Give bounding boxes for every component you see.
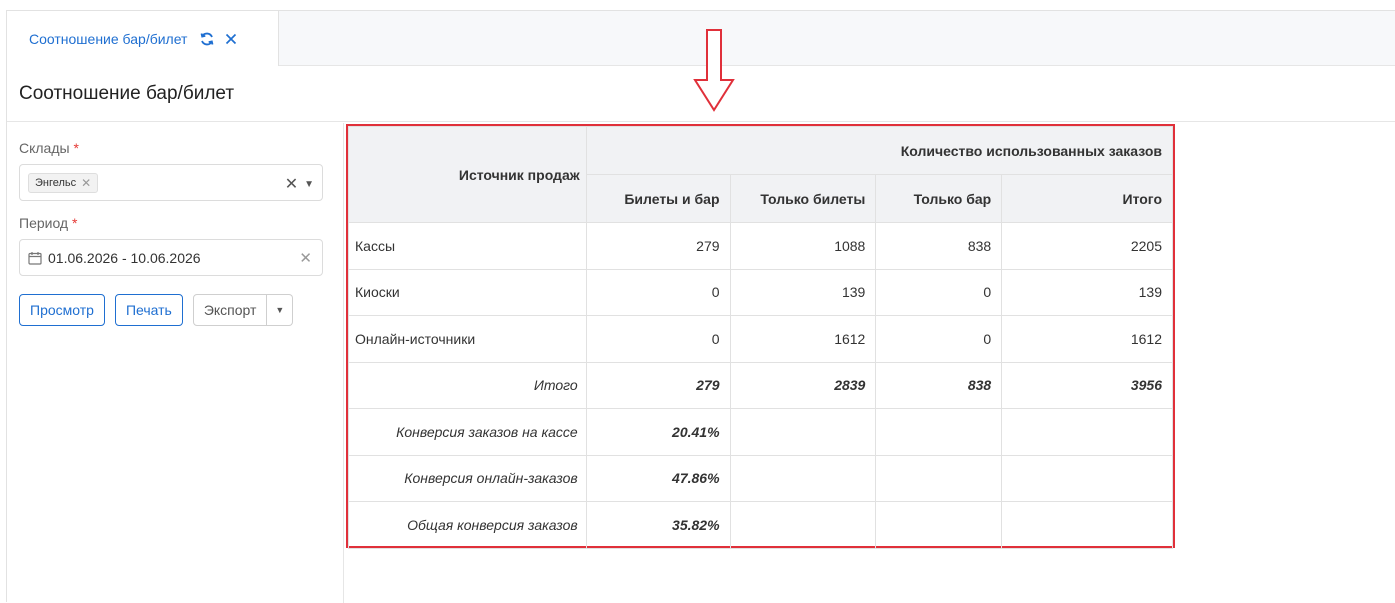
action-buttons: Просмотр Печать Экспорт ▼: [19, 294, 331, 326]
period-label: Период *: [19, 215, 331, 231]
clear-selection-icon[interactable]: ✕: [285, 174, 298, 194]
empty-cell: [729, 454, 877, 502]
view-button[interactable]: Просмотр: [19, 294, 105, 326]
cell-value: 279: [585, 222, 731, 270]
tab-report[interactable]: Соотношение бар/билет: [7, 11, 279, 66]
select-controls: ✕ ▼: [285, 174, 314, 194]
column-header: Только бар: [875, 174, 1003, 223]
export-button[interactable]: Экспорт: [192, 294, 268, 326]
export-dropdown-button[interactable]: ▼: [267, 294, 294, 326]
required-mark: *: [72, 215, 78, 231]
column-header: Только билеты: [729, 174, 877, 223]
conversion-row: Конверсия заказов на кассе 20.41%: [348, 408, 1173, 456]
conversion-row: Общая конверсия заказов 35.82%: [348, 501, 1173, 549]
source-header: Источник продаж: [348, 126, 587, 223]
cell-value: 1612: [729, 315, 877, 363]
chip-remove-icon[interactable]: ✕: [81, 176, 91, 190]
row-label: Кассы: [348, 222, 587, 270]
conversion-label: Конверсия заказов на кассе: [348, 408, 587, 456]
conversion-value: 35.82%: [585, 501, 731, 549]
total-value: 279: [585, 361, 731, 409]
empty-cell: [1001, 408, 1173, 456]
empty-cell: [729, 501, 877, 549]
conversion-value: 47.86%: [585, 454, 731, 502]
tab-label: Соотношение бар/билет: [29, 30, 188, 47]
dropdown-arrow-icon: ▼: [275, 305, 285, 315]
cell-value: 139: [1001, 268, 1173, 316]
cell-value: 139: [729, 268, 877, 316]
refresh-icon[interactable]: [199, 31, 215, 47]
period-value: 01.06.2026 - 10.06.2026: [48, 249, 201, 266]
empty-cell: [1001, 501, 1173, 549]
cell-value: 0: [875, 268, 1003, 316]
table-row: Кассы 279 1088 838 2205: [348, 222, 1173, 270]
total-value: 838: [875, 361, 1003, 409]
column-header: Итого: [1001, 174, 1173, 223]
warehouse-chip-label: Энгельс: [35, 176, 77, 189]
warehouses-label: Склады *: [19, 140, 331, 156]
period-label-text: Период: [19, 215, 69, 231]
warehouses-label-text: Склады: [19, 140, 70, 156]
total-label: Итого: [348, 361, 587, 409]
column-header: Билеты и бар: [585, 174, 731, 223]
conversion-value: 20.41%: [585, 408, 731, 456]
conversion-row: Конверсия онлайн-заказов 47.86%: [348, 454, 1173, 502]
conversion-label: Общая конверсия заказов: [348, 501, 587, 549]
print-button[interactable]: Печать: [114, 294, 183, 326]
empty-cell: [875, 501, 1003, 549]
cell-value: 2205: [1001, 222, 1173, 270]
warehouses-select[interactable]: Энгельс ✕ ✕ ▼: [19, 164, 323, 201]
cell-value: 0: [875, 315, 1003, 363]
cell-value: 1612: [1001, 315, 1173, 363]
cell-value: 1088: [729, 222, 877, 270]
dropdown-arrow-icon[interactable]: ▼: [304, 179, 314, 190]
empty-cell: [729, 408, 877, 456]
report-table-highlight: Источник продаж Количество использованны…: [346, 124, 1175, 549]
close-icon[interactable]: [225, 33, 237, 45]
filter-panel: Склады * Энгельс ✕ ✕ ▼ Период * 01.06.20…: [7, 123, 344, 603]
total-row: Итого 279 2839 838 3956: [348, 361, 1173, 409]
table-row: Киоски 0 139 0 139: [348, 268, 1173, 316]
warehouse-chip: Энгельс ✕: [28, 172, 99, 193]
empty-cell: [875, 408, 1003, 456]
cell-value: 0: [585, 268, 731, 316]
total-value: 3956: [1001, 361, 1173, 409]
row-label: Онлайн-источники: [348, 315, 587, 363]
table-row: Онлайн-источники 0 1612 0 1612: [348, 315, 1173, 363]
row-label: Киоски: [348, 268, 587, 316]
required-mark: *: [73, 140, 79, 156]
report-table: Источник продаж Количество использованны…: [348, 126, 1174, 549]
conversion-label: Конверсия онлайн-заказов: [348, 454, 587, 502]
arrow-down-icon: [693, 29, 735, 112]
cell-value: 0: [585, 315, 731, 363]
cell-value: 838: [875, 222, 1003, 270]
empty-cell: [1001, 454, 1173, 502]
period-picker[interactable]: 01.06.2026 - 10.06.2026 ✕: [19, 239, 323, 276]
total-value: 2839: [729, 361, 877, 409]
clear-date-icon[interactable]: ✕: [299, 249, 312, 267]
group-header: Количество использованных заказов: [585, 126, 1174, 175]
calendar-icon: [28, 251, 42, 265]
empty-cell: [875, 454, 1003, 502]
